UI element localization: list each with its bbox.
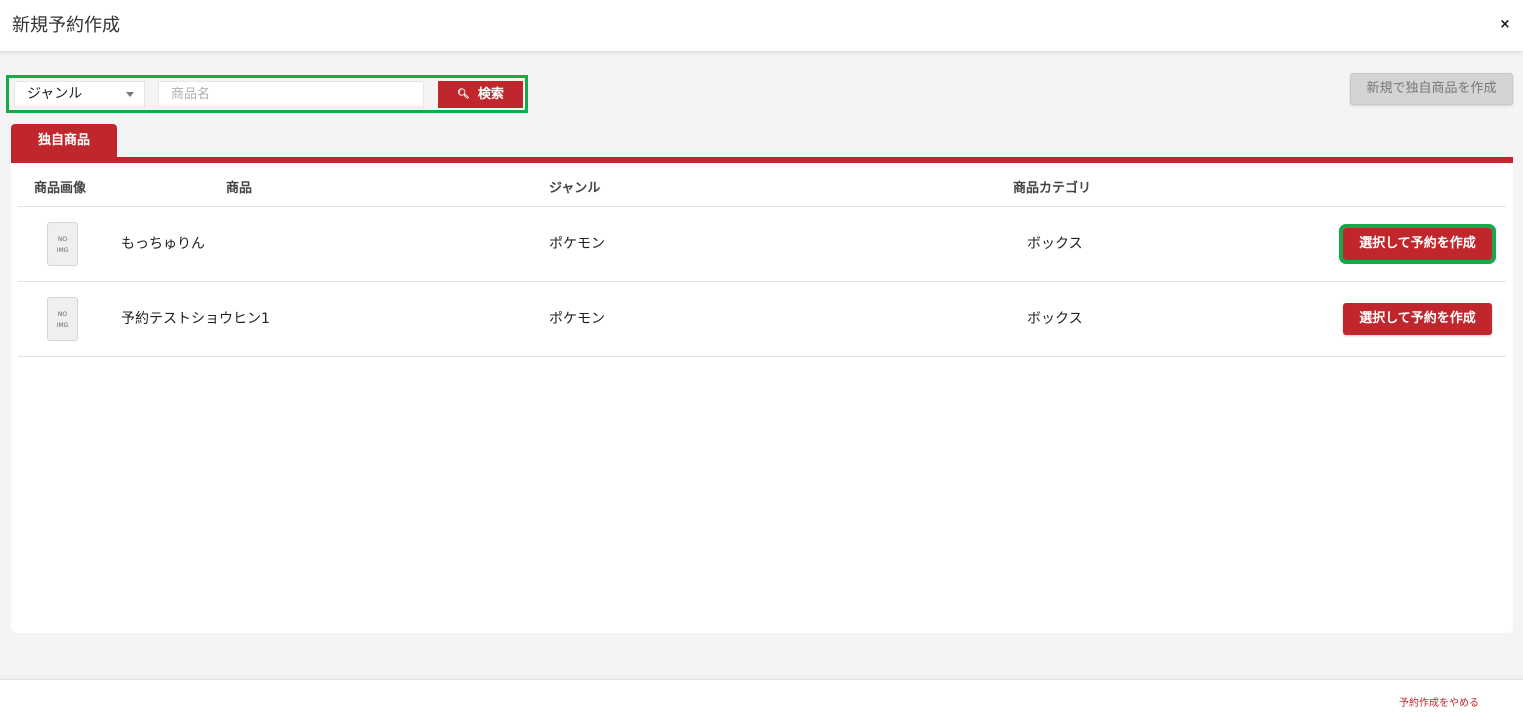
product-genre: ポケモン xyxy=(549,236,605,252)
search-button[interactable]: 🔍︎ 検索 xyxy=(438,81,523,108)
product-name: もっちゅりん xyxy=(121,236,205,252)
product-category: ボックス xyxy=(1027,311,1083,327)
modal-footer: 予約作成をやめる xyxy=(0,679,1523,726)
search-icon: 🔍︎ xyxy=(457,89,470,100)
table-header: 商品画像 商品 ジャンル 商品カテゴリ xyxy=(18,163,1506,207)
table-row: NO IMG もっちゅりん ポケモン ボックス 選択して予約を作成 xyxy=(18,207,1506,282)
product-name-input[interactable] xyxy=(158,81,424,108)
cancel-reservation-link[interactable]: 予約作成をやめる xyxy=(1399,697,1479,711)
table-row: NO IMG 予約テストショウヒン1 ポケモン ボックス 選択して予約を作成 xyxy=(18,282,1506,357)
genre-select-value: ジャンル xyxy=(27,86,83,102)
search-bar: ジャンル 🔍︎ 検索 xyxy=(6,75,528,113)
header-genre: ジャンル xyxy=(549,181,601,196)
select-reserve-button[interactable]: 選択して予約を作成 xyxy=(1343,303,1492,335)
products-table: 商品画像 商品 ジャンル 商品カテゴリ NO IMG もっちゅりん ポケモン ボ… xyxy=(18,163,1506,357)
create-own-product-button[interactable]: 新規で独自商品を作成 xyxy=(1350,73,1513,105)
close-icon[interactable]: × xyxy=(1497,17,1513,33)
page-title: 新規予約作成 xyxy=(12,15,120,36)
no-image-placeholder: NO IMG xyxy=(47,222,78,266)
search-button-label: 検索 xyxy=(477,87,504,102)
product-category: ボックス xyxy=(1027,236,1083,252)
product-name: 予約テストショウヒン1 xyxy=(121,311,270,327)
genre-select[interactable]: ジャンル xyxy=(14,81,145,108)
header-image: 商品画像 xyxy=(34,181,87,196)
select-reserve-button[interactable]: 選択して予約を作成 xyxy=(1339,224,1496,264)
caret-down-icon xyxy=(126,92,134,97)
product-genre: ポケモン xyxy=(549,311,605,327)
no-image-placeholder: NO IMG xyxy=(47,297,78,341)
header-category: 商品カテゴリ xyxy=(1013,181,1092,196)
header-product: 商品 xyxy=(226,181,253,196)
modal-header: 新規予約作成 × xyxy=(0,0,1523,52)
products-panel: 商品画像 商品 ジャンル 商品カテゴリ NO IMG もっちゅりん ポケモン ボ… xyxy=(11,163,1513,633)
tab-own-products[interactable]: 独自商品 xyxy=(11,124,117,157)
